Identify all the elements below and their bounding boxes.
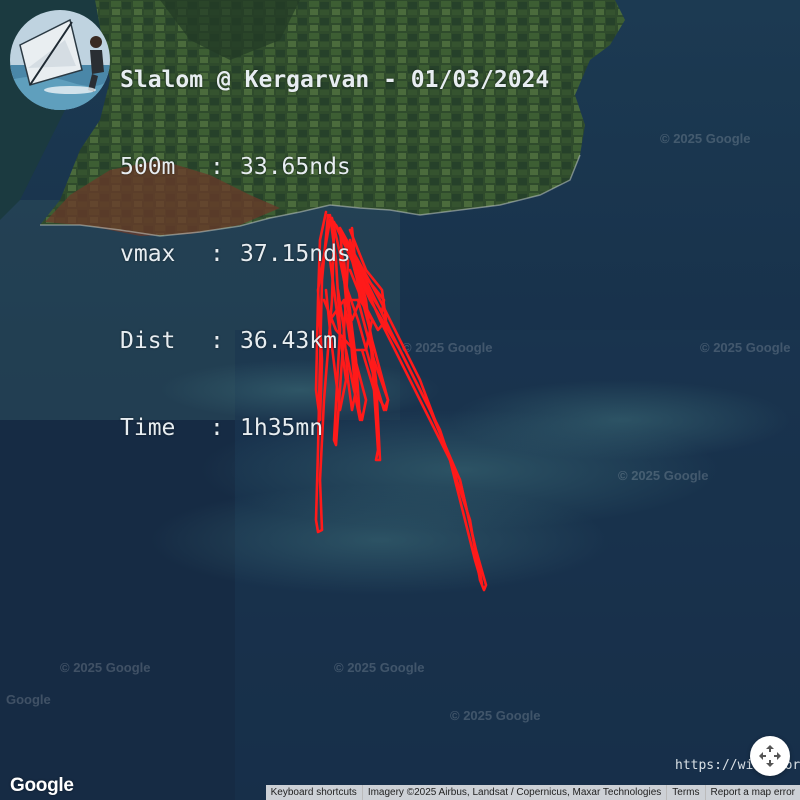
report-map-error-link[interactable]: Report a map error — [704, 785, 800, 800]
stat-value: 33.65nds — [240, 154, 351, 180]
stat-row: vmax:37.15nds — [120, 240, 549, 269]
attribution-bar: Keyboard shortcuts Imagery ©2025 Airbus,… — [265, 785, 800, 800]
stat-value: 37.15nds — [240, 241, 351, 267]
terms-link[interactable]: Terms — [666, 785, 704, 800]
google-logo[interactable]: Google — [10, 775, 74, 797]
stat-separator: : — [210, 154, 224, 180]
session-title: Slalom @ Kergarvan - 01/03/2024 — [120, 67, 550, 93]
keyboard-shortcuts-link[interactable]: Keyboard shortcuts — [266, 785, 362, 800]
stat-row: Time:1h35mn — [120, 414, 549, 443]
stat-separator: : — [210, 241, 224, 267]
stat-separator: : — [210, 328, 224, 354]
stat-key: vmax — [120, 241, 176, 267]
stat-row: 500m:33.65nds — [120, 153, 549, 182]
stat-key: Dist — [120, 328, 176, 354]
stat-separator: : — [210, 415, 224, 441]
fullscreen-button[interactable] — [750, 736, 790, 776]
imagery-attribution: Imagery ©2025 Airbus, Landsat / Copernic… — [361, 785, 666, 800]
windsurfer-photo — [10, 10, 110, 110]
stat-key: Time — [120, 415, 176, 441]
map-view[interactable]: © 2025 Google © 2025 Google © 2025 Googl… — [0, 0, 800, 800]
stat-key: 500m — [120, 154, 176, 180]
stat-value: 1h35mn — [240, 415, 324, 441]
fullscreen-arrows-icon — [759, 745, 781, 767]
stat-value: 36.43km — [240, 328, 337, 354]
windsurfer-avatar — [10, 10, 110, 110]
session-stats: Slalom @ Kergarvan - 01/03/2024 500m:33.… — [120, 8, 549, 501]
stat-row: Dist:36.43km — [120, 327, 549, 356]
